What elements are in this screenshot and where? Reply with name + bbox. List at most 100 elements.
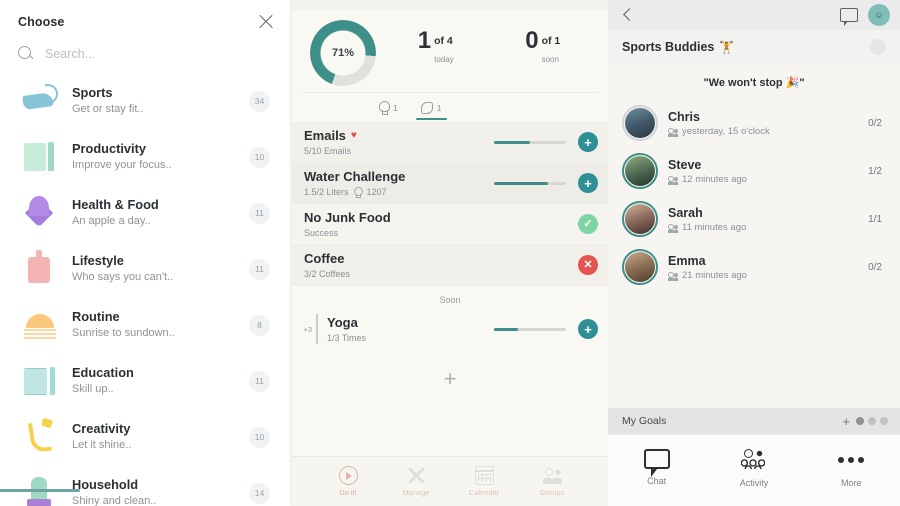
habit-name-row: No Junk Food: [304, 210, 578, 226]
category-item-health-food[interactable]: Health & Food An apple a day.. 11: [0, 185, 292, 241]
avatar: [622, 201, 658, 237]
habit-row-yoga[interactable]: +3 Yoga 1/3 Times +: [292, 309, 608, 349]
topbar-actions: ☺: [840, 4, 890, 26]
habit-name-row: Coffee: [304, 251, 578, 267]
habit-slider-fill: [494, 140, 530, 144]
avatar[interactable]: ☺: [868, 4, 890, 26]
category-text: Education Skill up..: [72, 364, 249, 398]
habit-name-row: Water Challenge: [304, 169, 494, 185]
stat-when: soon: [541, 55, 559, 64]
bulb-icon: [378, 101, 390, 115]
add-habit-button[interactable]: +: [292, 349, 608, 409]
member-row-emma[interactable]: Emma 21 minutes ago 0/2: [608, 243, 900, 291]
stat-meta: of 1 soon: [542, 30, 561, 67]
habit-row-water-challenge[interactable]: Water Challenge 1.5/2 Liters 1207 +: [292, 163, 608, 204]
tab-groups[interactable]: Groups: [526, 466, 578, 497]
habit-progress-text: Success: [304, 228, 339, 239]
category-item-lifestyle[interactable]: Lifestyle Who says you can't.. 11: [0, 241, 292, 297]
member-text: Sarah 11 minutes ago: [668, 205, 868, 234]
tab-calendar[interactable]: Calendar: [458, 466, 510, 497]
weightlifter-icon: 🏋: [719, 40, 735, 54]
chat-bubble-icon[interactable]: [840, 8, 858, 26]
page-dot[interactable]: [856, 417, 864, 425]
category-name: Sports: [72, 84, 113, 100]
activity-icon: [740, 449, 767, 471]
habit-slider[interactable]: [494, 327, 566, 331]
subtab-tag[interactable]: 1: [415, 97, 448, 120]
groups-icon: [668, 175, 678, 186]
subtab-count: 1: [436, 102, 442, 113]
stat-number: 1: [417, 27, 432, 54]
more-icon: [838, 449, 865, 471]
habit-points: 1207: [366, 187, 387, 198]
stat-group: 1 of 4 today 0 of 1 soon: [382, 16, 596, 67]
soon-divider: [316, 314, 318, 344]
member-list: Chris yesterday, 15 o'clock 0/2 Steve 12…: [608, 99, 900, 291]
add-goal-button[interactable]: +: [842, 415, 850, 428]
habit-slider-fill: [494, 327, 518, 331]
groups-icon: [542, 466, 562, 485]
search-row[interactable]: [0, 38, 292, 71]
member-meta: 11 minutes ago: [668, 222, 868, 234]
habit-tracker-panel: 71% 1 of 4 today 0 of 1 soon 1 1 Emails …: [292, 0, 608, 506]
groups-icon: [668, 127, 678, 138]
back-chevron-icon[interactable]: [622, 9, 634, 21]
progress-percent: 71%: [331, 47, 355, 59]
habit-increment-button[interactable]: +: [578, 173, 598, 193]
search-icon: [18, 46, 33, 61]
category-item-education[interactable]: Education Skill up.. 11: [0, 353, 292, 409]
category-subtitle: Shiny and clean..: [72, 495, 157, 506]
tab-label: More: [841, 478, 862, 488]
choose-category-panel: Choose Sports Get or stay fit.. 34 Produ…: [0, 0, 292, 506]
category-item-routine[interactable]: Routine Sunrise to sundown.. 8: [0, 297, 292, 353]
page-dot[interactable]: [868, 417, 876, 425]
habit-progress-text: 3/2 Coffees: [304, 269, 350, 280]
member-row-steve[interactable]: Steve 12 minutes ago 1/2: [608, 147, 900, 195]
category-subtitle: Sunrise to sundown..: [72, 327, 175, 340]
habit-fail-button[interactable]: ✕: [578, 255, 598, 275]
soon-more-count: +3: [303, 324, 312, 334]
habit-row-no-junk-food[interactable]: No Junk Food Success ✓: [292, 204, 608, 245]
manage-icon: [407, 466, 426, 485]
category-item-creativity[interactable]: Creativity Let it shine.. 10: [0, 409, 292, 465]
search-input[interactable]: [45, 46, 245, 61]
category-item-productivity[interactable]: Productivity Improve your focus.. 10: [0, 129, 292, 185]
member-timestamp: 12 minutes ago: [682, 174, 747, 186]
accent-bar: [0, 489, 80, 492]
play-icon: [338, 466, 358, 485]
my-goals-bar[interactable]: My Goals +: [608, 408, 900, 434]
habit-success-button[interactable]: ✓: [578, 214, 598, 234]
member-row-sarah[interactable]: Sarah 11 minutes ago 1/1: [608, 195, 900, 243]
category-count-badge: 8: [249, 314, 270, 336]
tab-do-it[interactable]: Do it!: [322, 466, 374, 497]
tab-chat[interactable]: Chat: [622, 449, 692, 486]
habit-row-emails[interactable]: Emails ♥ 5/10 Emails +: [292, 122, 608, 163]
habit-increment-button[interactable]: +: [578, 132, 598, 152]
group-titlebar: Sports Buddies 🏋: [608, 30, 900, 64]
member-name: Steve: [668, 157, 702, 172]
close-icon[interactable]: [256, 12, 276, 32]
habit-row-coffee[interactable]: Coffee 3/2 Coffees ✕: [292, 245, 608, 286]
habit-slider[interactable]: [494, 140, 566, 144]
member-row-chris[interactable]: Chris yesterday, 15 o'clock 0/2: [608, 99, 900, 147]
habit-slider[interactable]: [494, 181, 566, 185]
habit-progress-text: 1/3 Times: [327, 333, 367, 344]
summary-subtabs: 1 1: [302, 92, 598, 120]
habit-progress-text: 5/10 Emails: [304, 146, 352, 157]
member-name: Sarah: [668, 205, 703, 220]
member-meta: 12 minutes ago: [668, 174, 868, 186]
tab-manage[interactable]: Manage: [390, 466, 442, 497]
group-options-button[interactable]: [870, 39, 886, 55]
page-dot[interactable]: [880, 417, 888, 425]
category-item-sports[interactable]: Sports Get or stay fit.. 34: [0, 73, 292, 129]
page-dots[interactable]: [856, 417, 888, 425]
subtab-bulb[interactable]: 1: [376, 97, 400, 120]
tab-activity[interactable]: Activity: [719, 449, 789, 488]
frenchpress-icon: [18, 246, 64, 292]
tab-more[interactable]: More: [816, 449, 886, 488]
habit-name: No Junk Food: [304, 209, 391, 225]
category-item-household[interactable]: Household Shiny and clean.. 14: [0, 465, 292, 506]
tag-icon: [420, 101, 433, 114]
tab-label: Activity: [739, 478, 769, 488]
habit-increment-button[interactable]: +: [578, 319, 598, 339]
